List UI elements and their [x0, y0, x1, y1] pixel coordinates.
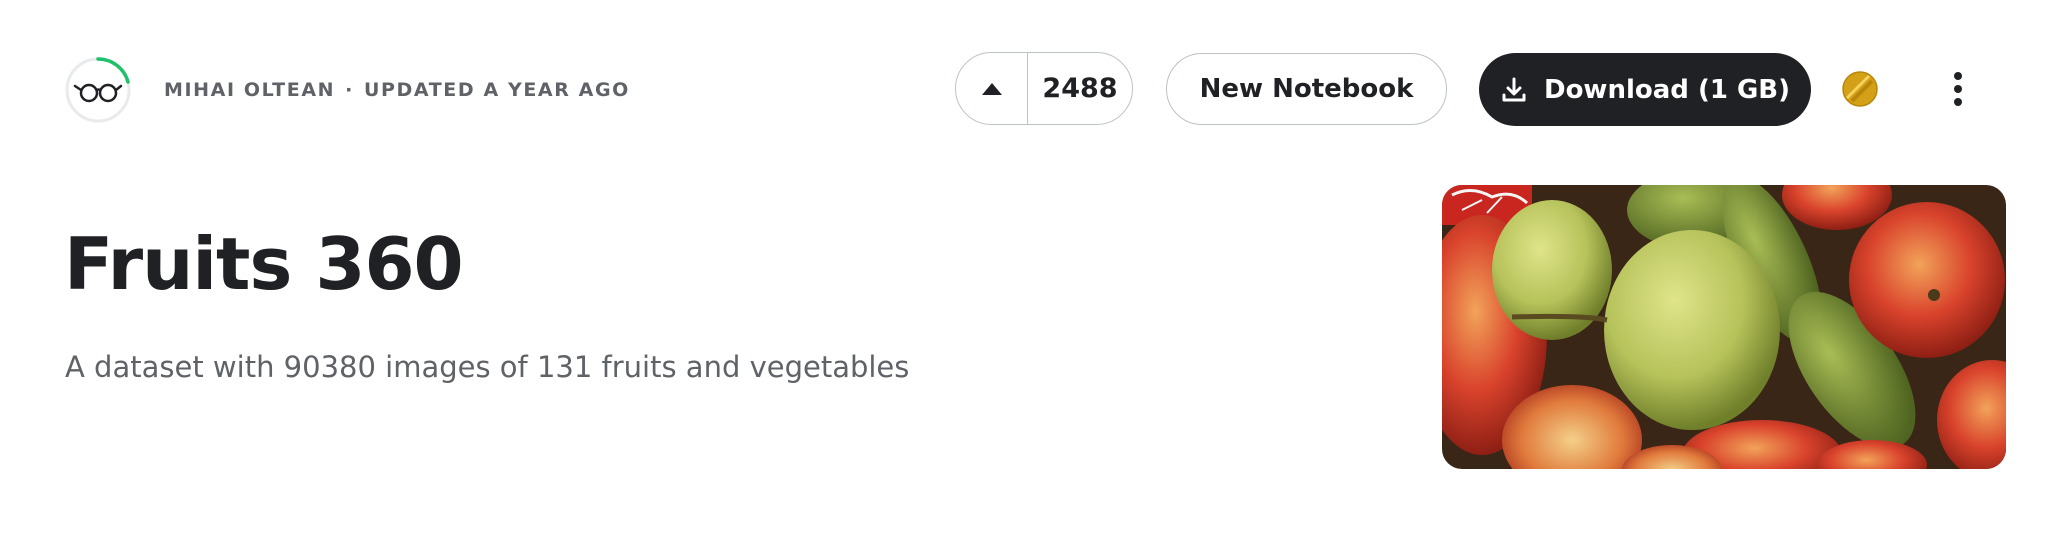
upvote-control: 2488	[955, 52, 1133, 125]
new-notebook-button[interactable]: New Notebook	[1166, 53, 1447, 125]
download-icon	[1502, 77, 1526, 101]
caret-up-icon	[981, 82, 1002, 95]
updated-timestamp: UPDATED A YEAR AGO	[363, 79, 630, 101]
dataset-subtitle: A dataset with 90380 images of 131 fruit…	[65, 350, 910, 384]
dataset-title: Fruits 360	[64, 222, 464, 306]
glasses-avatar-icon	[65, 57, 131, 123]
dataset-header: MIHAI OLTEAN · UPDATED A YEAR AGO 2488 N…	[0, 0, 2067, 180]
gold-medal-icon[interactable]	[1842, 71, 1878, 107]
avatar[interactable]	[64, 56, 132, 124]
more-vertical-icon	[1954, 72, 1962, 106]
more-options-button[interactable]	[1940, 68, 1976, 110]
dataset-cover-image	[1442, 185, 2006, 469]
dataset-meta: MIHAI OLTEAN · UPDATED A YEAR AGO	[164, 79, 630, 101]
download-button[interactable]: Download (1 GB)	[1479, 53, 1811, 126]
owner-name-link[interactable]: MIHAI OLTEAN	[164, 79, 335, 101]
upvote-count[interactable]: 2488	[1028, 73, 1132, 104]
upvote-button[interactable]	[956, 53, 1028, 124]
owner-info: MIHAI OLTEAN · UPDATED A YEAR AGO	[64, 56, 630, 124]
download-label: Download (1 GB)	[1543, 74, 1791, 105]
meta-separator: ·	[345, 79, 354, 101]
